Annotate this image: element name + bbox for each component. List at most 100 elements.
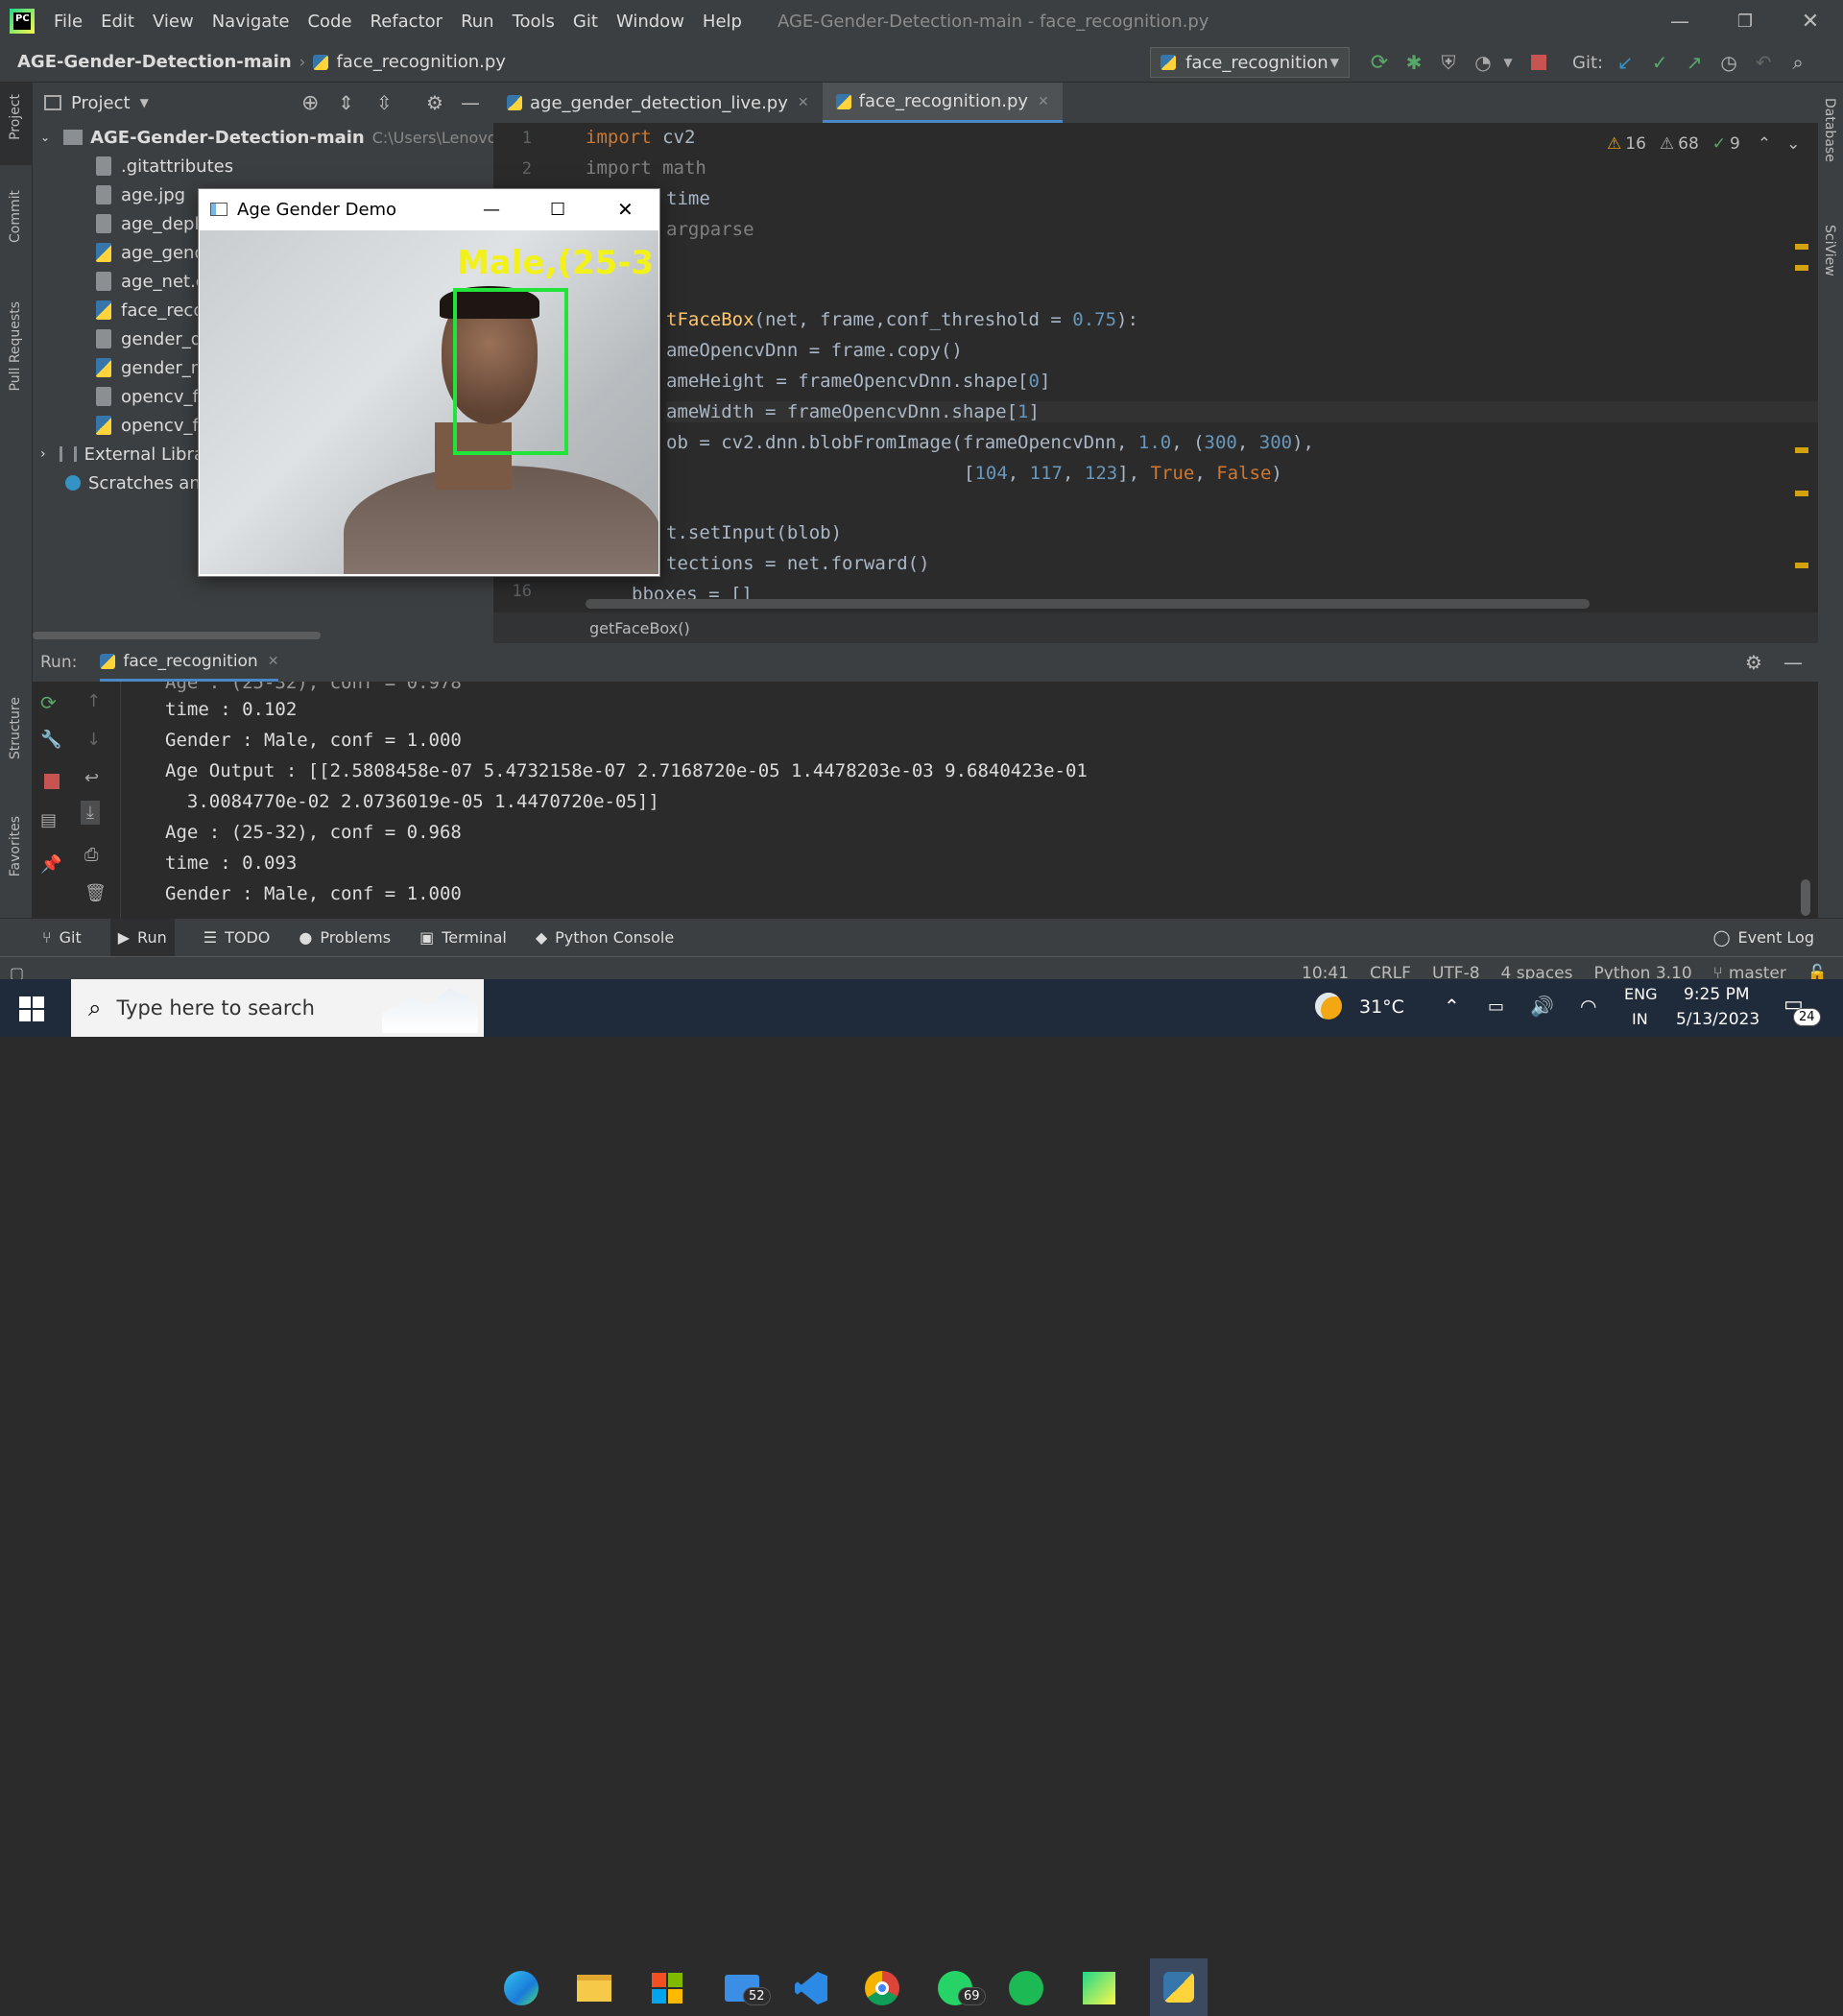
weather-temp[interactable]: 31°C — [1359, 996, 1404, 1018]
tool-tab-terminal[interactable]: ▣ Terminal — [419, 928, 507, 947]
hide-icon[interactable]: — — [1783, 651, 1803, 674]
menu-window[interactable]: Window — [616, 12, 684, 32]
weather-icon[interactable] — [1315, 993, 1342, 1020]
scroll-to-end-icon[interactable]: ⤓ — [81, 801, 100, 825]
windows-start-icon[interactable] — [19, 996, 44, 1021]
error-stripe[interactable] — [1795, 159, 1808, 659]
database-tool-label[interactable]: Database — [1822, 98, 1837, 162]
trash-icon[interactable]: 🗑 — [84, 883, 107, 903]
run-tab[interactable]: face_recognition ✕ — [100, 643, 279, 682]
menu-refactor[interactable]: Refactor — [371, 12, 443, 32]
tree-item-gitattributes[interactable]: .gitattributes — [96, 152, 233, 180]
hide-icon[interactable]: — — [461, 91, 480, 114]
close-icon[interactable]: ✕ — [798, 95, 809, 110]
history-icon[interactable]: ◷ — [1716, 50, 1741, 75]
layout-icon[interactable]: ▤ — [40, 810, 57, 830]
tool-tab-problems[interactable]: ● Problems — [299, 928, 391, 947]
breadcrumb-project[interactable]: AGE-Gender-Detection-main — [17, 52, 292, 72]
pin-icon[interactable]: 📌 — [40, 854, 61, 875]
git-push-icon[interactable]: ↗ — [1682, 50, 1707, 75]
minimize-button[interactable]: — — [1647, 0, 1712, 42]
tool-tab-run[interactable]: ▶ Run — [109, 918, 175, 957]
tool-tab-git[interactable]: ⑂ Git — [42, 928, 82, 947]
close-icon[interactable]: ✕ — [1038, 94, 1049, 109]
tree-item-gender-deploy[interactable]: gender_de — [96, 324, 212, 353]
debug-icon[interactable]: ✱ — [1401, 50, 1426, 75]
close-button[interactable]: ✕ — [1778, 0, 1843, 42]
restore-button[interactable]: ❐ — [1712, 0, 1778, 42]
coverage-icon[interactable]: ⛨ — [1436, 50, 1461, 75]
print-icon[interactable]: ⎙ — [84, 845, 98, 865]
tree-item-gender-net[interactable]: gender_ne — [96, 353, 212, 382]
stop-icon[interactable] — [1526, 50, 1551, 75]
sciview-tool-label[interactable]: SciView — [1822, 225, 1837, 276]
rollback-icon[interactable]: ↶ — [1751, 50, 1776, 75]
event-log-button[interactable]: ◯ Event Log — [1713, 928, 1814, 947]
python-taskbar-icon[interactable] — [1150, 1958, 1208, 2016]
tree-item-opencv-2[interactable]: opencv_fa — [96, 411, 209, 440]
stop-icon[interactable] — [44, 774, 60, 789]
chrome-icon[interactable] — [860, 1966, 904, 2010]
menu-tools[interactable]: Tools — [513, 12, 555, 32]
vscode-icon[interactable] — [789, 1966, 833, 2010]
structure-tool-label[interactable]: Structure — [8, 697, 23, 759]
clock-time[interactable]: 9:25 PM — [1684, 985, 1750, 1004]
region-code[interactable]: IN — [1632, 1010, 1648, 1028]
run-config-select[interactable]: face_recognition ▼ — [1150, 47, 1350, 78]
taskbar-search-box[interactable]: ⌕ Type here to search — [71, 979, 484, 1037]
tool-tab-python-console[interactable]: ◆ Python Console — [536, 928, 674, 947]
soft-wrap-icon[interactable]: ↩ — [84, 768, 99, 788]
maximize-button[interactable]: ☐ — [550, 200, 565, 220]
favorites-tool-label[interactable]: Favorites — [8, 816, 23, 876]
edge-icon[interactable] — [499, 1966, 543, 2010]
popup-titlebar[interactable]: Age Gender Demo — ☐ ✕ — [199, 189, 659, 229]
spotify-icon[interactable] — [1004, 1966, 1048, 2010]
menu-git[interactable]: Git — [573, 12, 598, 32]
chevron-down-icon[interactable]: ⌄ — [1786, 134, 1800, 154]
pycharm-logo-icon[interactable]: PC — [10, 9, 35, 34]
wifi-icon[interactable]: ◠ — [1580, 995, 1596, 1018]
tree-item-opencv-1[interactable]: opencv_fa — [96, 382, 209, 411]
close-button[interactable]: ✕ — [617, 198, 634, 221]
chevron-up-icon[interactable]: ⌃ — [1444, 995, 1460, 1018]
menu-help[interactable]: Help — [703, 12, 742, 32]
profile-icon[interactable]: ◔ — [1471, 50, 1496, 75]
git-commit-icon[interactable]: ✓ — [1647, 50, 1672, 75]
menu-code[interactable]: Code — [307, 12, 351, 32]
tree-item-age-deploy[interactable]: age_deplo — [96, 209, 209, 238]
horizontal-scrollbar[interactable] — [586, 599, 1590, 609]
wrench-icon[interactable]: 🔧 — [40, 730, 61, 750]
gear-icon[interactable]: ⚙ — [426, 91, 443, 114]
file-explorer-icon[interactable] — [572, 1966, 616, 2010]
rerun-icon[interactable]: ⟳ — [40, 691, 57, 714]
project-tool-label[interactable]: Project — [8, 94, 23, 140]
chevron-up-icon[interactable]: ⌃ — [1758, 134, 1771, 154]
more-run-icon[interactable]: ▼ — [1496, 50, 1520, 75]
pull-requests-tool-label[interactable]: Pull Requests — [8, 301, 23, 391]
commit-tool-label[interactable]: Commit — [8, 190, 23, 243]
breadcrumb-file[interactable]: face_recognition.py — [336, 52, 505, 72]
minimize-button[interactable]: — — [483, 200, 500, 220]
rerun-icon[interactable]: ⟳ — [1367, 50, 1392, 75]
close-icon[interactable]: ✕ — [268, 654, 279, 669]
editor-area[interactable]: 1 2 16 import cv2 import math time argpa… — [493, 83, 1818, 645]
expand-all-icon[interactable]: ⇕ — [338, 91, 354, 114]
down-arrow-icon[interactable]: ↓ — [86, 730, 101, 750]
search-icon[interactable]: ⌕ — [1785, 50, 1810, 75]
collapse-all-icon[interactable]: ⇳ — [376, 91, 393, 114]
gear-icon[interactable]: ⚙ — [1745, 651, 1762, 674]
menu-run[interactable]: Run — [461, 12, 494, 32]
inspection-widget[interactable]: ⚠ 16 ⚠ 68 ✓ 9 ⌃ ⌄ — [1607, 134, 1800, 154]
clock-date[interactable]: 5/13/2023 — [1676, 1010, 1759, 1029]
function-breadcrumb[interactable]: getFaceBox() — [589, 619, 690, 637]
menu-file[interactable]: File — [54, 12, 83, 32]
tree-item-age-jpg[interactable]: age.jpg — [96, 180, 185, 209]
tab-face-recognition[interactable]: face_recognition.py ✕ — [822, 83, 1063, 123]
chevron-down-icon[interactable]: ▼ — [140, 96, 149, 109]
tab-age-gender-detection-live[interactable]: age_gender_detection_live.py ✕ — [493, 83, 823, 123]
tree-item-scratches[interactable]: Scratches and — [65, 468, 211, 497]
tree-item-external-libraries[interactable]: › External Librar — [40, 440, 211, 468]
pycharm-taskbar-icon[interactable] — [1077, 1966, 1121, 2010]
git-update-icon[interactable]: ↙ — [1613, 50, 1638, 75]
language-code[interactable]: ENG — [1624, 985, 1657, 1003]
